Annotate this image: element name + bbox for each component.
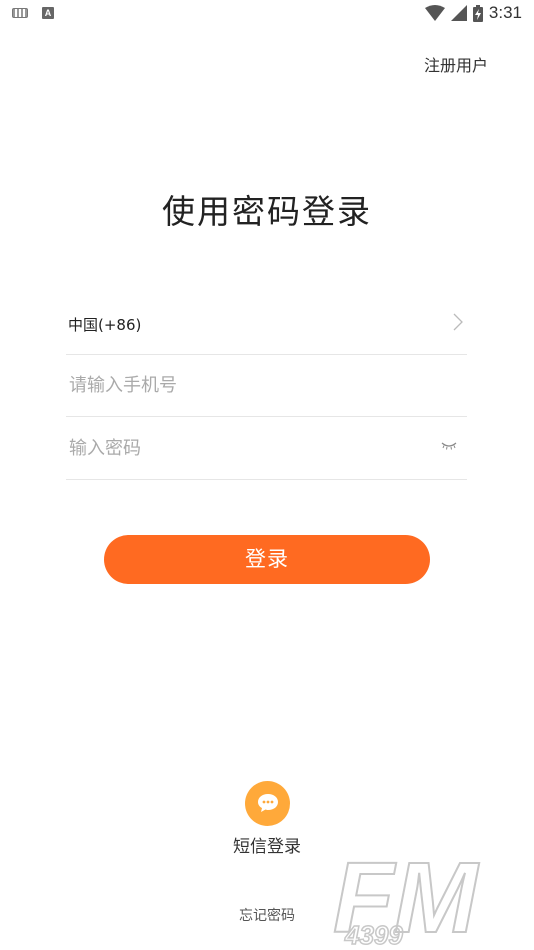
eye-closed-icon[interactable]: [441, 441, 457, 451]
chevron-right-icon: [453, 313, 463, 331]
sms-login-icon-circle: [244, 781, 290, 826]
phone-input[interactable]: [66, 355, 429, 416]
keyboard-icon: [12, 8, 28, 18]
phone-row: [66, 355, 467, 417]
cell-signal-icon: [450, 5, 467, 21]
country-code-label: 中国(+86): [68, 316, 142, 334]
register-user-link[interactable]: 注册用户: [424, 52, 488, 76]
country-code-selector[interactable]: 中国(+86): [66, 300, 467, 355]
status-bar-left: A: [12, 7, 54, 19]
password-row: [66, 417, 467, 480]
status-time: 3:31: [488, 3, 522, 22]
password-input[interactable]: [66, 417, 429, 479]
battery-charging-icon: [472, 4, 483, 22]
status-bar-right: 3:31: [424, 3, 522, 23]
wifi-icon: [424, 5, 445, 21]
status-bar: A 3:31: [0, 0, 534, 28]
watermark-text-small: 4399: [344, 920, 403, 950]
chat-bubble-icon: [257, 794, 278, 812]
page-title: 使用密码登录: [162, 192, 372, 231]
a-notification-icon: A: [42, 7, 54, 19]
fm4399-watermark-logo: FM 4399: [332, 841, 481, 950]
login-button[interactable]: 登录: [104, 535, 430, 584]
